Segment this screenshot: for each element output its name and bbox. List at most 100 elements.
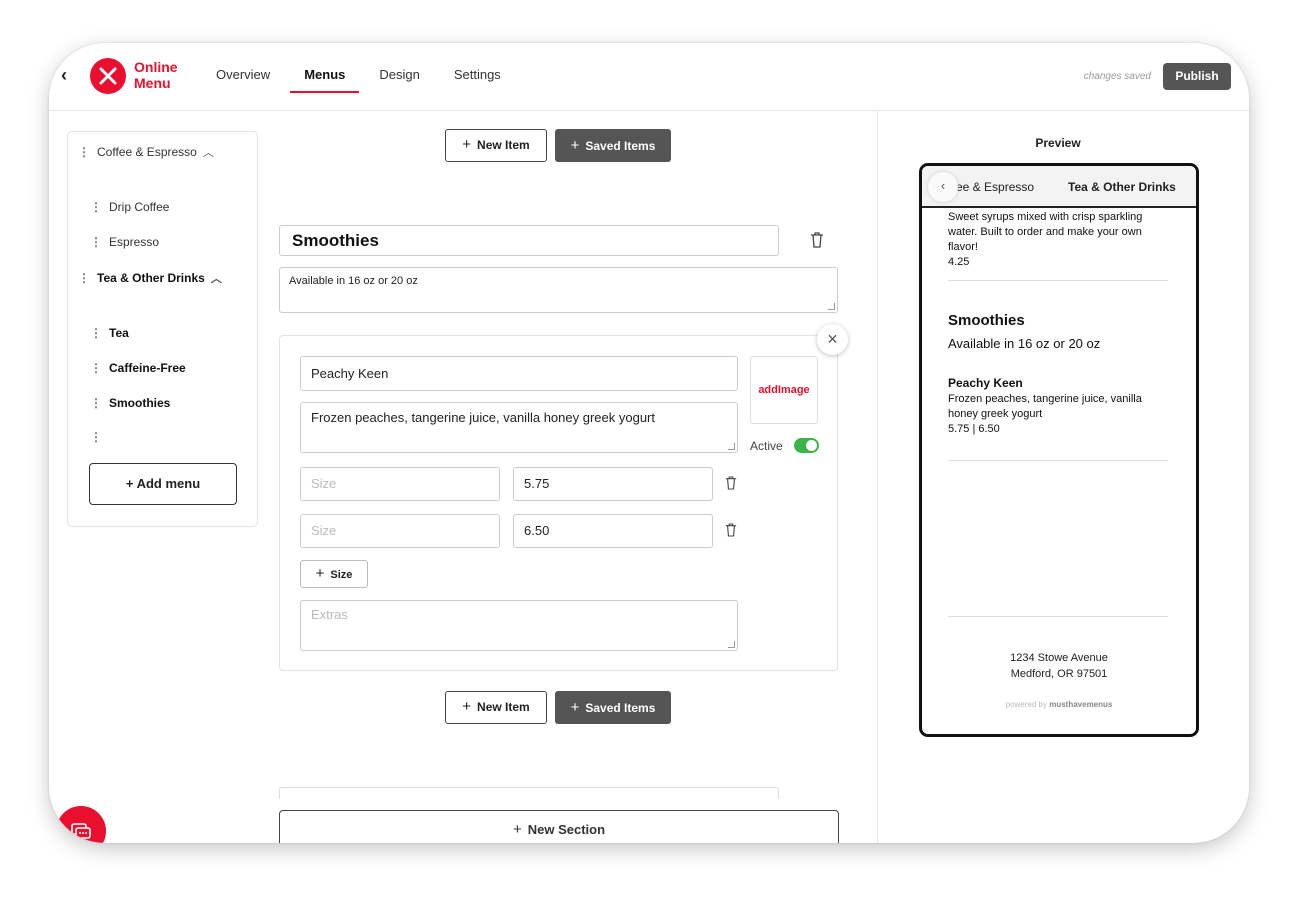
top-bar: ‹ Online Menu Overview Menus Design Sett…	[49, 43, 1249, 111]
trash-icon[interactable]	[725, 476, 737, 490]
tab-overview[interactable]: Overview	[216, 43, 270, 111]
preview-address-line-1: 1234 Stowe Avenue	[1010, 652, 1108, 664]
saved-items-button-top[interactable]: + Saved Items	[555, 129, 671, 162]
add-menu-button[interactable]: + Add menu	[89, 463, 237, 505]
plus-icon: +	[512, 821, 522, 838]
drag-handle-icon[interactable]: ⋮	[90, 200, 102, 214]
preview-tab-coffee[interactable]: ee & Espresso	[956, 180, 1034, 194]
drag-handle-icon[interactable]: ⋮	[78, 145, 90, 159]
brand-line-2: Menu	[134, 75, 171, 91]
new-item-button-top[interactable]: + New Item	[445, 129, 547, 162]
chevron-up-icon[interactable]: ︿	[203, 144, 214, 160]
sidebar-item-smoothies[interactable]: ⋮ Smoothies	[90, 396, 170, 410]
active-label: Active	[750, 439, 783, 453]
price-input-2[interactable]: 6.50	[513, 514, 713, 548]
extras-input[interactable]: Extras	[300, 600, 738, 651]
button-label: New Item	[477, 700, 530, 714]
sidebar-item-new[interactable]: ⋮	[90, 430, 109, 444]
chat-icon[interactable]	[56, 806, 106, 843]
button-label: Size	[330, 569, 353, 581]
sidebar-item-label: Tea	[109, 326, 129, 340]
button-label: Saved Items	[585, 701, 656, 715]
drag-handle-icon[interactable]: ⋮	[90, 430, 102, 444]
drag-handle-icon[interactable]: ⋮	[90, 396, 102, 410]
price-input-1[interactable]: 5.75	[513, 467, 713, 501]
sidebar-item-label: Smoothies	[109, 396, 171, 410]
size-input-1[interactable]: Size	[300, 467, 500, 501]
drag-handle-icon[interactable]: ⋮	[90, 235, 102, 249]
preview-section-title: Smoothies	[948, 312, 1025, 329]
preview-section-desc: Available in 16 oz or 20 oz	[948, 336, 1101, 351]
fork-knife-icon	[99, 67, 117, 85]
plus-icon: +	[462, 698, 472, 715]
back-arrow-icon[interactable]: ‹	[61, 65, 77, 85]
powered-by: powered by musthavemenus	[922, 700, 1196, 709]
plus-icon: +	[570, 137, 580, 154]
section-title-input[interactable]: Smoothies	[279, 225, 779, 256]
drag-handle-icon[interactable]: ⋮	[90, 361, 102, 375]
chevron-up-icon[interactable]: ︿	[211, 270, 222, 286]
phone-preview: ee & Espresso Tea & Other Drinks ‹ Sweet…	[919, 163, 1199, 737]
sidebar-item-caffeine-free[interactable]: ⋮ Caffeine-Free	[90, 361, 186, 375]
save-status: changes saved	[1083, 71, 1151, 82]
preview-tab-bar: ee & Espresso Tea & Other Drinks ‹	[922, 166, 1196, 208]
drag-handle-icon[interactable]: ⋮	[78, 271, 90, 285]
resize-handle-icon[interactable]	[728, 443, 735, 450]
tab-settings[interactable]: Settings	[454, 43, 501, 111]
saved-items-button-bottom[interactable]: + Saved Items	[555, 691, 671, 724]
powered-prefix: powered by	[1005, 700, 1047, 709]
tab-design[interactable]: Design	[379, 43, 419, 111]
sidebar-group-coffee[interactable]: ⋮ Coffee & Espresso ︿	[78, 144, 214, 160]
resize-handle-icon[interactable]	[828, 303, 835, 310]
button-label: New Item	[477, 138, 530, 152]
sidebar-group-label: Tea & Other Drinks	[97, 271, 205, 285]
section-description-input[interactable]: Available in 16 oz or 20 oz	[279, 267, 838, 313]
brand-line-1: Online	[134, 59, 178, 75]
extras-placeholder: Extras	[311, 607, 348, 622]
sidebar-item-label: Caffeine-Free	[109, 361, 186, 375]
next-section-input[interactable]	[279, 787, 779, 799]
preview-item-desc: Frozen peaches, tangerine juice, vanilla…	[948, 393, 1142, 420]
trash-icon[interactable]	[810, 232, 824, 248]
logo-icon	[90, 58, 126, 94]
app-window: ‹ Online Menu Overview Menus Design Sett…	[49, 43, 1249, 843]
active-toggle[interactable]	[794, 438, 819, 453]
button-label: New Section	[527, 822, 606, 837]
menu-item-editor: Peachy Keen Frozen peaches, tangerine ju…	[279, 335, 838, 671]
tab-menus[interactable]: Menus	[290, 43, 360, 111]
plus-icon: +	[462, 136, 472, 153]
item-name-input[interactable]: Peachy Keen	[300, 356, 738, 391]
sidebar-item-tea[interactable]: ⋮ Tea	[90, 326, 129, 340]
chat-bubble-icon	[71, 823, 91, 839]
preview-prev-item-desc: Sweet syrups mixed with crisp sparkling …	[948, 211, 1143, 253]
trash-icon[interactable]	[725, 523, 737, 537]
item-description-input[interactable]: Frozen peaches, tangerine juice, vanilla…	[300, 402, 738, 453]
brand-name: Online Menu	[134, 59, 178, 91]
publish-button[interactable]: Publish	[1163, 63, 1231, 90]
divider	[948, 280, 1168, 281]
menu-sidebar: ⋮ Coffee & Espresso ︿ ⋮ Drip Coffee ⋮ Espres…	[67, 131, 258, 527]
new-item-button-bottom[interactable]: + New Item	[445, 691, 547, 724]
main-nav: Overview Menus Design Settings	[216, 43, 535, 111]
divider	[948, 616, 1168, 617]
preview-pane: Preview ee & Espresso Tea & Other Drinks…	[877, 111, 1249, 843]
sidebar-group-tea[interactable]: ⋮ Tea & Other Drinks ︿	[78, 270, 222, 286]
size-input-2[interactable]: Size	[300, 514, 500, 548]
new-section-button[interactable]: + New Section	[279, 810, 839, 843]
sidebar-item-espresso[interactable]: ⋮ Espresso	[90, 235, 159, 249]
add-image-button[interactable]: addImage	[750, 356, 818, 424]
preview-prev-item-price: 4.25	[948, 256, 970, 268]
resize-handle-icon[interactable]	[728, 641, 735, 648]
preview-tab-tea[interactable]: Tea & Other Drinks	[1068, 180, 1176, 194]
sidebar-item-drip-coffee[interactable]: ⋮ Drip Coffee	[90, 200, 169, 214]
close-icon[interactable]: ×	[817, 324, 848, 355]
sidebar-item-label: Espresso	[109, 235, 160, 249]
drag-handle-icon[interactable]: ⋮	[90, 326, 102, 340]
powered-brand: musthavemenus	[1049, 700, 1113, 709]
preview-address-line-2: Medford, OR 97501	[1010, 668, 1108, 680]
preview-item-name: Peachy Keen	[948, 376, 1023, 390]
plus-icon: +	[315, 565, 325, 582]
chevron-left-icon[interactable]: ‹	[928, 172, 958, 202]
add-size-button[interactable]: + Size	[300, 560, 368, 588]
divider	[948, 460, 1168, 461]
